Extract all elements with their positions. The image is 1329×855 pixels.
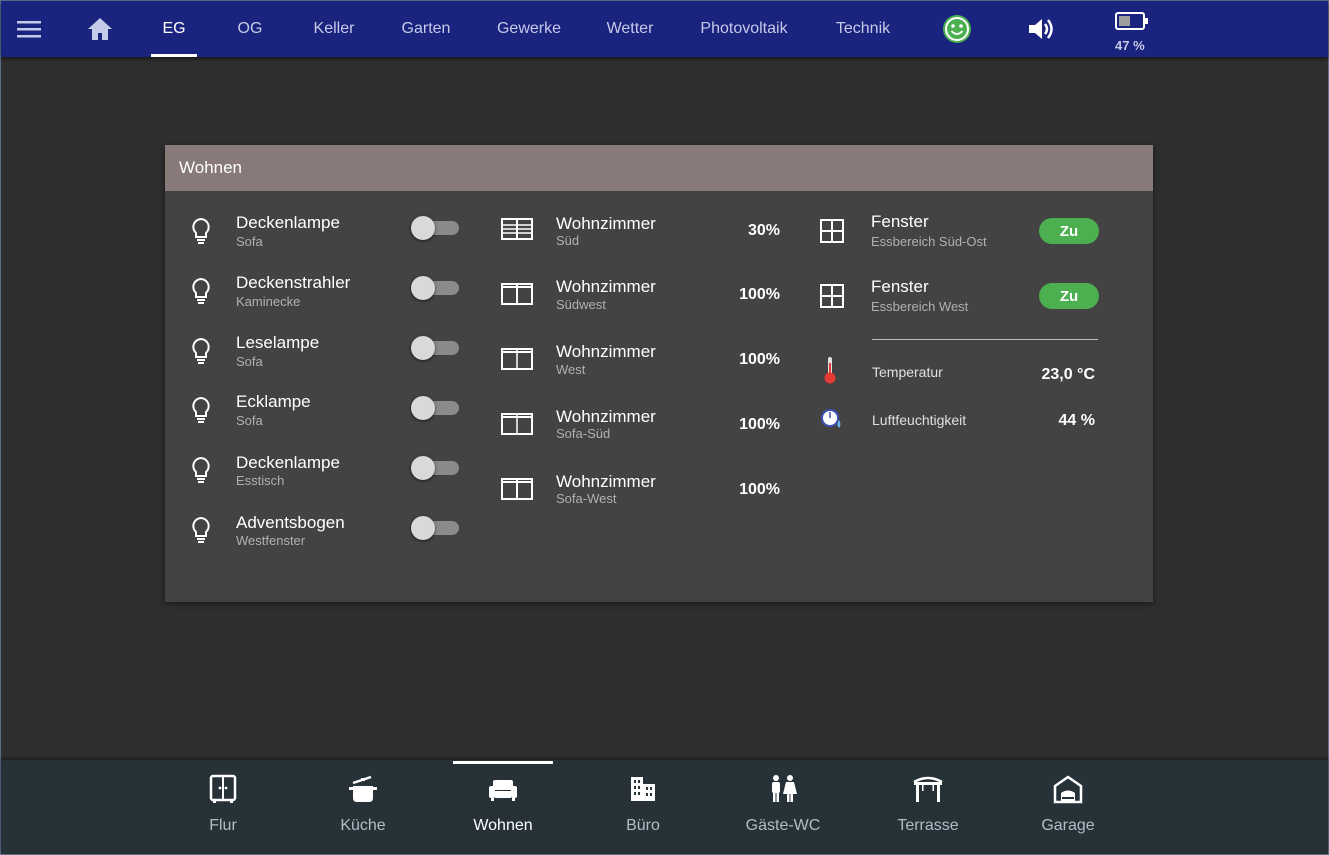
garage-icon — [1052, 774, 1084, 809]
shutter-position: 100% — [739, 351, 780, 368]
lightbulb-icon — [189, 395, 213, 430]
window-shutter-icon — [501, 412, 533, 441]
home-icon[interactable] — [85, 1, 115, 57]
menu-icon[interactable] — [15, 1, 43, 57]
light-toggle[interactable] — [411, 276, 459, 300]
battery-level: 47 % — [1115, 38, 1145, 53]
tab-technik[interactable]: Technik — [825, 1, 901, 57]
humidity-value: 44 % — [1058, 412, 1095, 429]
shutter-name: Wohnzimmer — [556, 277, 656, 296]
room-tab-label: Garage — [1041, 817, 1095, 834]
light-toggle[interactable] — [411, 516, 459, 540]
shutter-name: Wohnzimmer — [556, 342, 656, 361]
light-location: Esstisch — [236, 473, 285, 488]
window-shutter-icon — [501, 282, 533, 311]
room-tab-label: Wohnen — [473, 817, 533, 834]
smiley-icon[interactable] — [940, 1, 974, 57]
room-tab-label: Gäste-WC — [745, 817, 821, 834]
light-toggle[interactable] — [411, 216, 459, 240]
light-name: Deckenlampe — [236, 213, 340, 232]
shutter-position: 100% — [739, 286, 780, 303]
tab-eg[interactable]: EG — [151, 1, 197, 57]
light-location: Westfenster — [236, 533, 306, 548]
humidity-label: Luftfeuchtigkeit — [872, 412, 967, 428]
shutter-location: Sofa-Süd — [556, 426, 611, 441]
window-shutter-icon — [501, 477, 533, 506]
light-location: Sofa — [236, 354, 263, 369]
battery-icon — [1113, 1, 1151, 41]
light-name: Deckenstrahler — [236, 273, 351, 292]
office-building-icon — [628, 774, 658, 809]
shutter-name: Wohnzimmer — [556, 214, 656, 233]
tab-keller[interactable]: Keller — [303, 1, 365, 57]
light-name: Deckenlampe — [236, 453, 340, 472]
top-app-bar: EG OG Keller Garten Gewerke Wetter Photo… — [1, 1, 1328, 57]
room-tab-garage[interactable]: Garage — [1018, 760, 1118, 854]
room-tab-label: Terrasse — [897, 817, 959, 834]
room-tab-gaeste-wc[interactable]: Gäste-WC — [733, 760, 833, 854]
tab-wetter[interactable]: Wetter — [597, 1, 663, 57]
light-toggle[interactable] — [411, 456, 459, 480]
window-location: Essbereich Süd-Ost — [871, 234, 987, 249]
temperature-label: Temperatur — [872, 364, 943, 380]
cooking-pot-icon — [347, 774, 379, 809]
light-toggle[interactable] — [411, 396, 459, 420]
tab-og[interactable]: OG — [227, 1, 273, 57]
window-name: Fenster — [871, 212, 929, 231]
tab-photovoltaik[interactable]: Photovoltaik — [691, 1, 797, 57]
shutter-location: Sofa-West — [556, 491, 617, 506]
room-tab-wohnen[interactable]: Wohnen — [453, 760, 553, 854]
lightbulb-icon — [189, 216, 213, 251]
thermometer-icon — [822, 355, 838, 390]
shutter-name: Wohnzimmer — [556, 472, 656, 491]
light-name: Ecklampe — [236, 392, 311, 411]
window-status-badge: Zu — [1039, 283, 1099, 309]
shutter-position: 30% — [747, 222, 780, 239]
room-tab-buero[interactable]: Büro — [593, 760, 693, 854]
pergola-icon — [912, 774, 944, 809]
light-location: Sofa — [236, 234, 263, 249]
room-tab-kueche[interactable]: Küche — [313, 760, 413, 854]
shutter-position: 100% — [739, 481, 780, 498]
light-location: Kaminecke — [236, 294, 301, 309]
shutter-location: Süd — [556, 233, 580, 248]
restroom-icon — [767, 774, 799, 809]
shutter-location: Südwest — [556, 297, 606, 312]
room-tab-label: Büro — [626, 817, 660, 834]
light-location: Sofa — [236, 413, 263, 428]
volume-icon[interactable] — [1025, 1, 1057, 57]
light-name: Leselampe — [236, 333, 320, 352]
shutter-name: Wohnzimmer — [556, 407, 656, 426]
card-title: Wohnen — [165, 145, 1153, 191]
light-toggle[interactable] — [411, 336, 459, 360]
room-navigation-bar: Flur Küche Wohnen Büro Gäste-WC Terrasse… — [1, 760, 1328, 854]
lightbulb-icon — [189, 276, 213, 311]
humidity-gauge-icon — [819, 407, 845, 438]
room-tab-label: Küche — [340, 817, 386, 834]
tab-gewerke[interactable]: Gewerke — [487, 1, 571, 57]
tab-garten[interactable]: Garten — [393, 1, 459, 57]
window-shutter-icon — [501, 347, 533, 376]
shutter-closed-icon — [501, 217, 533, 246]
lightbulb-icon — [189, 455, 213, 490]
wardrobe-icon — [209, 774, 237, 809]
room-card-wohnen: Wohnen Deckenlampe Sofa Deckenstrahler K… — [165, 145, 1153, 602]
light-name: Adventsbogen — [236, 513, 345, 532]
temperature-value: 23,0 °C — [1041, 366, 1095, 383]
room-tab-terrasse[interactable]: Terrasse — [878, 760, 978, 854]
shutter-position: 100% — [739, 416, 780, 433]
lightbulb-icon — [189, 515, 213, 550]
sofa-icon — [487, 774, 519, 809]
shutter-location: West — [556, 362, 586, 377]
window-icon — [819, 218, 845, 249]
window-status-badge: Zu — [1039, 218, 1099, 244]
room-tab-label: Flur — [209, 817, 237, 834]
window-name: Fenster — [871, 277, 929, 296]
room-tab-flur[interactable]: Flur — [173, 760, 273, 854]
section-divider — [872, 339, 1098, 340]
window-location: Essbereich West — [871, 299, 969, 314]
lightbulb-icon — [189, 336, 213, 371]
window-icon — [819, 283, 845, 314]
